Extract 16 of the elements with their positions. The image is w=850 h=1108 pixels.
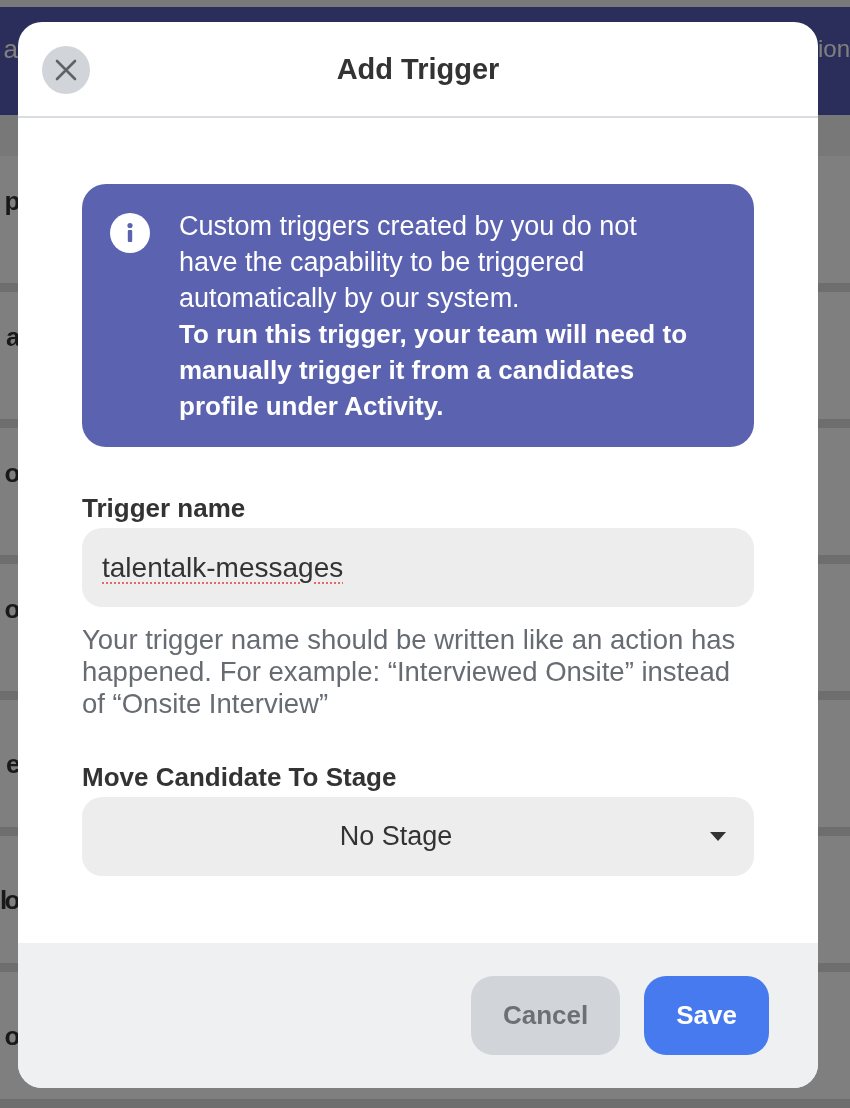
header-text: a bbox=[3, 33, 18, 64]
info-instruction: To run this trigger, your team will need to manually trigger it from a candidates profile under Activity. bbox=[179, 318, 688, 423]
dialog-title: Add Trigger bbox=[336, 52, 500, 87]
info-message: Custom triggers created by you do not have the capability to be triggered automatically by our system. bbox=[179, 210, 638, 315]
caret-down-icon bbox=[710, 832, 726, 841]
close-icon bbox=[55, 59, 77, 81]
info-icon bbox=[110, 213, 150, 253]
save-button[interactable]: Save bbox=[644, 976, 769, 1055]
header-text: ion bbox=[818, 33, 850, 64]
stage-select[interactable]: No Stage bbox=[82, 797, 754, 876]
field-label: Move Candidate To Stage bbox=[82, 762, 398, 792]
help-text: Your trigger name should be written like an action has happened. For example: “Interviewed Onsite” instead of “Onsite Interview” bbox=[82, 624, 737, 720]
field-label: Trigger name bbox=[82, 493, 247, 523]
close-button[interactable] bbox=[42, 46, 90, 94]
text-input[interactable]: talentalk-messages bbox=[82, 528, 754, 607]
list-item-title: lo bbox=[0, 884, 18, 915]
